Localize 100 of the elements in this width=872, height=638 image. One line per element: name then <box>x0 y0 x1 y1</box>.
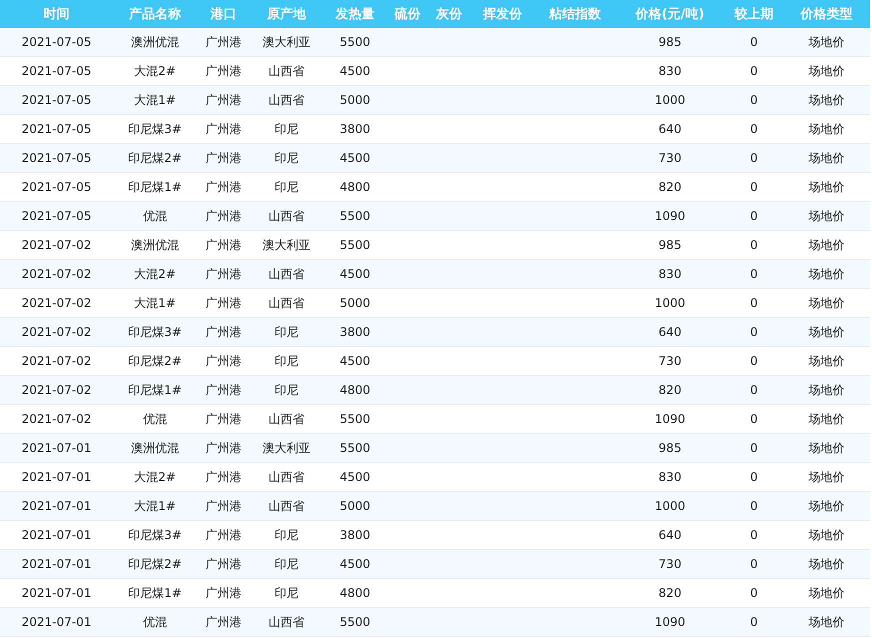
table-cell: 场地价 <box>808 498 844 512</box>
table-cell: 广州港 <box>206 354 242 368</box>
table-cell: 广州港 <box>206 382 242 396</box>
table-cell: 印尼煤1# <box>128 586 182 600</box>
table-cell: 场地价 <box>808 382 844 396</box>
table-cell: 印尼 <box>274 528 298 542</box>
table-cell: 澳大利亚 <box>262 34 310 48</box>
table-cell: 印尼煤1# <box>128 382 182 396</box>
table-cell: 0 <box>750 528 758 542</box>
table-cell: 730 <box>658 354 682 368</box>
table-cell: 广州港 <box>206 180 242 194</box>
table-cell: 4800 <box>340 383 370 397</box>
table-cell: 优混 <box>143 614 167 628</box>
table-cell: 山西省 <box>268 92 304 106</box>
table-cell: 985 <box>658 441 682 455</box>
table-cell: 广州港 <box>206 440 242 454</box>
table-cell: 4500 <box>340 557 370 571</box>
table-cell: 0 <box>750 557 758 571</box>
table-cell: 澳洲优混 <box>131 238 179 252</box>
table-cell: 2021-07-02 <box>22 325 92 339</box>
table-cell: 广州港 <box>206 150 242 164</box>
table-cell: 1000 <box>654 93 686 107</box>
table-cell: 场地价 <box>808 122 844 136</box>
table-cell: 3800 <box>340 325 370 339</box>
table-cell: 0 <box>750 64 758 78</box>
table-cell: 澳大利亚 <box>262 440 310 454</box>
table-cell: 印尼煤3# <box>128 528 182 542</box>
table-cell: 印尼煤2# <box>128 354 182 368</box>
table-cell: 场地价 <box>808 586 844 600</box>
table-cell: 4500 <box>340 64 370 78</box>
table-cell: 印尼 <box>274 354 298 368</box>
table-cell: 1000 <box>654 499 686 513</box>
table-cell: 5000 <box>340 296 370 310</box>
table-cell: 山西省 <box>268 614 304 628</box>
table-cell: 印尼 <box>274 150 298 164</box>
table-cell: 2021-07-05 <box>22 93 92 107</box>
column-header: 港口 <box>197 0 250 28</box>
table-cell: 印尼煤2# <box>128 150 182 164</box>
table-cell: 2021-07-01 <box>22 615 92 629</box>
table-cell: 广州港 <box>206 296 242 310</box>
table-cell: 5000 <box>340 499 370 513</box>
table-cell: 场地价 <box>808 324 844 338</box>
table-cell: 1000 <box>654 296 686 310</box>
table-cell: 0 <box>750 209 758 223</box>
table-cell: 1090 <box>654 615 686 629</box>
table-cell: 0 <box>750 499 758 513</box>
table-cell: 场地价 <box>808 150 844 164</box>
table-cell: 印尼煤2# <box>128 556 182 570</box>
table-cell: 4500 <box>340 151 370 165</box>
table-cell: 985 <box>658 238 682 252</box>
table-cell: 大混1# <box>134 498 176 512</box>
table-cell: 大混2# <box>134 64 176 78</box>
table-cell: 场地价 <box>808 238 844 252</box>
column-header: 价格(元/吨) <box>615 0 725 28</box>
table-cell: 3800 <box>340 122 370 136</box>
table-cell: 820 <box>658 586 682 600</box>
table-cell: 0 <box>750 93 758 107</box>
table-cell: 5500 <box>340 412 370 426</box>
table-cell: 优混 <box>143 208 167 222</box>
table-cell: 场地价 <box>808 266 844 280</box>
table-cell: 5500 <box>340 238 370 252</box>
table-cell: 4500 <box>340 354 370 368</box>
column-header: 灰份 <box>428 0 470 28</box>
table-cell: 印尼 <box>274 556 298 570</box>
column-header: 硫份 <box>387 0 428 28</box>
table-cell: 2021-07-05 <box>22 209 92 223</box>
table-cell: 1090 <box>654 412 686 426</box>
table-cell: 场地价 <box>808 440 844 454</box>
table-cell: 0 <box>750 151 758 165</box>
table-cell: 0 <box>750 267 758 281</box>
table-cell: 澳洲优混 <box>131 34 179 48</box>
table-cell: 2021-07-05 <box>22 122 92 136</box>
table-cell: 0 <box>750 35 758 49</box>
table-cell: 2021-07-02 <box>22 412 92 426</box>
column-header: 原产地 <box>250 0 323 28</box>
table-cell: 场地价 <box>808 614 844 628</box>
table-cell: 820 <box>658 383 682 397</box>
table-cell: 2021-07-02 <box>22 383 92 397</box>
table-cell: 广州港 <box>206 528 242 542</box>
table-cell: 4500 <box>340 470 370 484</box>
table-cell: 830 <box>658 267 682 281</box>
table-cell: 640 <box>658 325 682 339</box>
column-header: 较上期 <box>725 0 783 28</box>
table-cell: 2021-07-02 <box>22 267 92 281</box>
table-cell: 山西省 <box>268 64 304 78</box>
table-cell: 820 <box>658 180 682 194</box>
table-cell: 5500 <box>340 209 370 223</box>
table-cell: 5500 <box>340 615 370 629</box>
table-cell: 3800 <box>340 528 370 542</box>
table-cell: 场地价 <box>808 556 844 570</box>
table-cell: 场地价 <box>808 470 844 484</box>
table-cell: 广州港 <box>206 412 242 426</box>
table-cell: 印尼 <box>274 586 298 600</box>
table-cell: 大混2# <box>134 470 176 484</box>
table-cell: 2021-07-05 <box>22 180 92 194</box>
table-cell: 5000 <box>340 93 370 107</box>
table-cell: 澳大利亚 <box>262 238 310 252</box>
table-cell: 730 <box>658 151 682 165</box>
table-cell: 场地价 <box>808 296 844 310</box>
table-cell: 2021-07-01 <box>22 499 92 513</box>
